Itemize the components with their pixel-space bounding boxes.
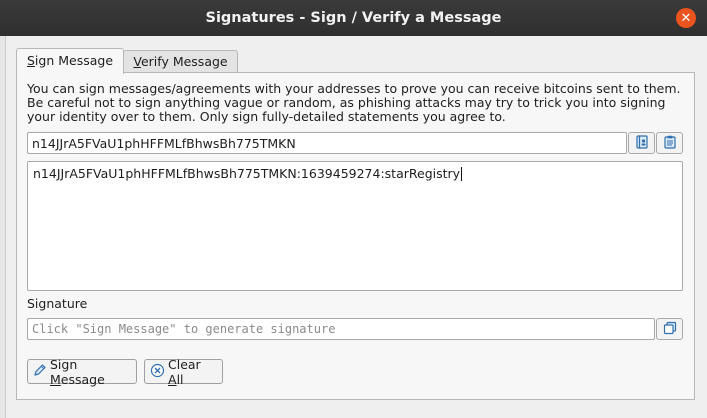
address-book-button[interactable] xyxy=(628,132,655,154)
sign-label-post: essage xyxy=(60,371,105,387)
title-bar: Signatures - Sign / Verify a Message ✕ xyxy=(0,0,707,36)
sign-label-mnemonic: M xyxy=(50,371,61,387)
clear-all-button[interactable]: Clear All xyxy=(144,357,223,387)
copy-signature-button[interactable] xyxy=(656,318,683,340)
address-input[interactable]: n14JJrA5FVaU1phHFFMLfBhwsBh775TMKN xyxy=(27,132,627,154)
tab-verify-message[interactable]: Verify Message xyxy=(123,50,238,73)
clear-icon xyxy=(150,363,165,381)
clear-label-mnemonic: A xyxy=(168,371,177,387)
address-book-icon xyxy=(635,134,649,152)
tab-verify-mnemonic: V xyxy=(133,54,141,69)
background-window-edge xyxy=(0,36,6,418)
signature-label: Signature xyxy=(27,296,88,311)
window-title: Signatures - Sign / Verify a Message xyxy=(205,10,502,26)
paste-button[interactable] xyxy=(656,132,683,154)
tab-sign-mnemonic: S xyxy=(26,53,35,68)
sign-description: You can sign messages/agreements with yo… xyxy=(27,81,681,124)
clear-label-post: ll xyxy=(176,371,184,387)
tab-verify-label: erify Message xyxy=(140,54,228,69)
signature-output[interactable]: Click "Sign Message" to generate signatu… xyxy=(27,318,655,340)
clear-all-label: Clear All xyxy=(168,357,217,387)
close-icon: ✕ xyxy=(680,10,692,26)
message-text: n14JJrA5FVaU1phHFFMLfBhwsBh775TMKN:16394… xyxy=(33,166,461,181)
dialog-window: Signatures - Sign / Verify a Message ✕ S… xyxy=(0,0,707,418)
message-textarea[interactable]: n14JJrA5FVaU1phHFFMLfBhwsBh775TMKN:16394… xyxy=(27,161,683,291)
sign-message-button[interactable]: Sign Message xyxy=(27,357,137,387)
copy-icon xyxy=(663,321,677,338)
sign-label-pre: Sign xyxy=(50,356,78,372)
paste-icon xyxy=(663,135,677,152)
tab-sign-label: ign Message xyxy=(34,53,114,68)
tab-sign-message[interactable]: Sign Message xyxy=(16,48,124,74)
sign-message-label: Sign Message xyxy=(50,357,131,387)
text-caret xyxy=(461,167,463,181)
clear-label-pre: Clear xyxy=(168,356,201,372)
pen-icon xyxy=(33,363,47,380)
close-button[interactable]: ✕ xyxy=(676,8,696,28)
